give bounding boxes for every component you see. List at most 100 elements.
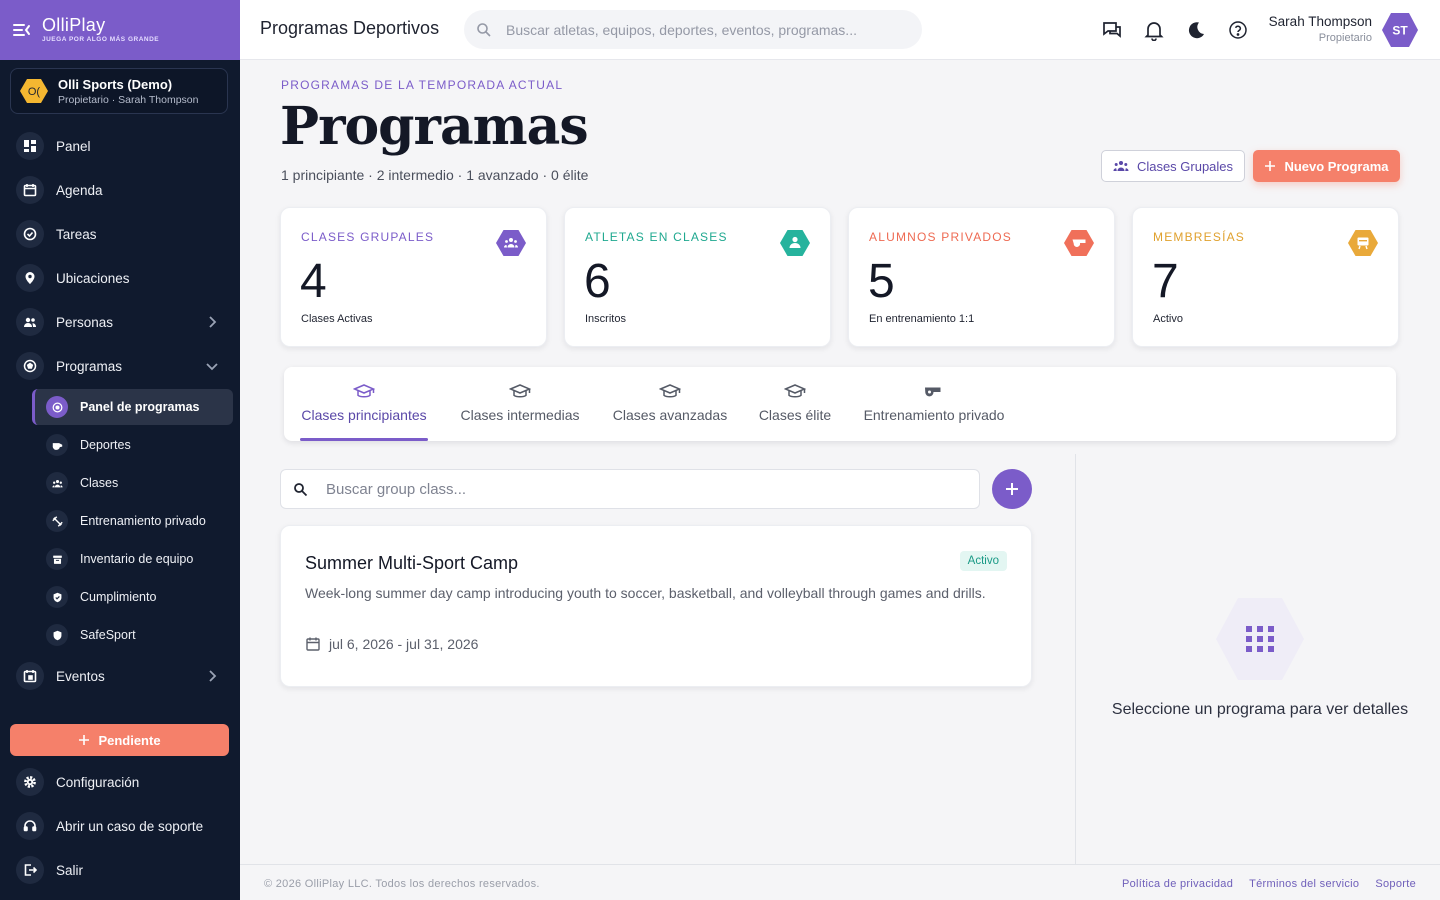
stat-card-memberships[interactable]: MEMBRESÍAS 7 Activo bbox=[1132, 207, 1399, 347]
nav-item-soporte[interactable]: Abrir un caso de soporte bbox=[16, 808, 230, 844]
program-title: Summer Multi-Sport Camp bbox=[305, 553, 519, 573]
new-program-button[interactable]: Nuevo Programa bbox=[1253, 150, 1400, 182]
nav-label: Agenda bbox=[56, 182, 103, 198]
brand-tagline: JUEGA POR ALGO MÁS GRANDE bbox=[42, 36, 160, 44]
whistle-icon bbox=[46, 434, 68, 456]
page-section-title: Programas Deportivos bbox=[260, 18, 440, 38]
page-title: Programas bbox=[280, 96, 589, 157]
nav-label: Ubicaciones bbox=[56, 270, 130, 286]
headset-icon bbox=[16, 812, 44, 840]
nav-label: Panel bbox=[56, 138, 91, 154]
tab-label: Clases élite bbox=[758, 407, 832, 423]
nav-item-panel[interactable]: Panel bbox=[16, 128, 230, 164]
stat-subtext: En entrenamiento 1:1 bbox=[869, 313, 975, 325]
date-range: jul 6, 2026 - jul 31, 2026 bbox=[329, 636, 479, 652]
messages-icon[interactable] bbox=[1101, 19, 1123, 41]
graduation-cap-icon bbox=[784, 381, 806, 407]
dashboard-icon bbox=[16, 132, 44, 160]
sub-item-inventario[interactable]: Inventario de equipo bbox=[44, 542, 232, 576]
search-placeholder: Buscar atletas, equipos, deportes, event… bbox=[506, 21, 857, 38]
sub-item-entrenamiento-privado[interactable]: Entrenamiento privado bbox=[44, 504, 232, 538]
global-search-input[interactable]: Buscar atletas, equipos, deportes, event… bbox=[464, 10, 922, 49]
group-classes-button[interactable]: Clases Grupales bbox=[1101, 150, 1245, 182]
nav-item-eventos[interactable]: Eventos bbox=[16, 658, 230, 694]
inventory-box-icon bbox=[46, 548, 68, 570]
new-program-label: Nuevo Programa bbox=[1284, 158, 1389, 174]
sub-item-clases[interactable]: Clases bbox=[44, 466, 232, 500]
dumbbell-icon bbox=[46, 510, 68, 532]
dark-mode-moon-icon[interactable] bbox=[1185, 19, 1207, 41]
graduation-cap-icon bbox=[659, 381, 681, 407]
tab-clases-elite[interactable]: Clases élite bbox=[758, 367, 832, 441]
task-check-icon bbox=[16, 220, 44, 248]
program-card[interactable]: Summer Multi-Sport Camp Activo Week-long… bbox=[280, 525, 1032, 687]
sub-item-panel-de-programas[interactable]: Panel de programas bbox=[32, 389, 233, 425]
notifications-bell-icon[interactable] bbox=[1143, 19, 1165, 41]
plus-icon bbox=[1264, 160, 1276, 172]
pending-button[interactable]: Pendiente bbox=[10, 724, 229, 756]
tab-entrenamiento-privado[interactable]: Entrenamiento privado bbox=[862, 367, 1006, 441]
plus-icon bbox=[78, 734, 90, 746]
search-icon bbox=[293, 482, 308, 497]
whistle-icon bbox=[1064, 228, 1094, 258]
tab-clases-intermedias[interactable]: Clases intermedias bbox=[460, 367, 580, 441]
stat-value: 6 bbox=[584, 255, 611, 308]
stat-subtext: Inscritos bbox=[585, 313, 626, 325]
tab-clases-principiantes[interactable]: Clases principiantes bbox=[300, 367, 428, 441]
sub-item-safesport[interactable]: SafeSport bbox=[44, 618, 232, 652]
page-eyebrow: PROGRAMAS DE LA TEMPORADA ACTUAL bbox=[281, 78, 564, 92]
help-icon[interactable] bbox=[1227, 19, 1249, 41]
olliplay-logo[interactable]: OlliPlay JUEGA POR ALGO MÁS GRANDE bbox=[42, 16, 159, 44]
nav-item-ubicaciones[interactable]: Ubicaciones bbox=[16, 260, 230, 296]
sub-item-label: Deportes bbox=[80, 438, 131, 452]
nav-item-agenda[interactable]: Agenda bbox=[16, 172, 230, 208]
nav-item-personas[interactable]: Personas bbox=[16, 304, 230, 340]
grid-apps-icon bbox=[1216, 597, 1304, 681]
sub-item-label: SafeSport bbox=[80, 628, 136, 642]
tab-label: Entrenamiento privado bbox=[863, 407, 1005, 423]
panel-divider bbox=[1075, 454, 1076, 864]
sub-item-label: Clases bbox=[80, 476, 119, 490]
level-summary: 1 principiante · 2 intermedio · 1 avanza… bbox=[281, 167, 589, 183]
avatar[interactable]: ST bbox=[1382, 12, 1418, 48]
tab-label: Clases principiantes bbox=[301, 407, 427, 423]
nav-label: Programas bbox=[56, 358, 123, 374]
stat-card-private-students[interactable]: ALUMNOS PRIVADOS 5 En entrenamiento 1:1 bbox=[848, 207, 1115, 347]
nav-item-programas[interactable]: Programas bbox=[16, 348, 230, 384]
event-calendar-icon bbox=[16, 662, 44, 690]
organization-switcher[interactable]: O( Olli Sports (Demo) Propietario · Sara… bbox=[10, 68, 228, 114]
nav-label: Salir bbox=[56, 862, 84, 878]
sidebar: OlliPlay JUEGA POR ALGO MÁS GRANDE O( Ol… bbox=[0, 0, 240, 900]
nav-item-salir[interactable]: Salir bbox=[16, 852, 230, 888]
user-name: Sarah Thompson bbox=[1268, 14, 1372, 29]
svg-text:O(: O( bbox=[28, 86, 41, 98]
nav-item-configuracion[interactable]: Configuración bbox=[16, 764, 230, 800]
nav-label: Abrir un caso de soporte bbox=[56, 818, 204, 834]
plus-icon bbox=[1004, 481, 1020, 497]
svg-text:ST: ST bbox=[1392, 24, 1408, 38]
sub-item-cumplimiento[interactable]: Cumplimiento bbox=[44, 580, 232, 614]
privacy-policy-link[interactable]: Política de privacidad bbox=[1122, 878, 1233, 890]
stat-subtext: Activo bbox=[1153, 313, 1183, 325]
org-role: Propietario · Sarah Thompson bbox=[58, 93, 199, 106]
stat-card-athletes[interactable]: ATLETAS EN CLASES 6 Inscritos bbox=[564, 207, 831, 347]
search-icon bbox=[476, 22, 492, 38]
nav-label: Eventos bbox=[56, 668, 105, 684]
user-menu[interactable]: Sarah Thompson Propietario bbox=[1269, 14, 1372, 44]
add-group-class-button[interactable] bbox=[992, 469, 1032, 509]
copyright: © 2026 OlliPlay LLC. Todos los derechos … bbox=[264, 878, 540, 890]
chevron-down-icon bbox=[204, 358, 220, 374]
stat-label: MEMBRESÍAS bbox=[1153, 230, 1246, 244]
group-class-search-input[interactable]: Buscar group class... bbox=[280, 469, 980, 509]
stat-value: 7 bbox=[1152, 255, 1179, 308]
terms-of-service-link[interactable]: Términos del servicio bbox=[1249, 878, 1359, 890]
sub-item-deportes[interactable]: Deportes bbox=[44, 428, 232, 462]
menu-collapse-icon[interactable] bbox=[12, 20, 32, 40]
tab-clases-avanzadas[interactable]: Clases avanzadas bbox=[612, 367, 728, 441]
program-description: Week-long summer day camp introducing yo… bbox=[305, 585, 986, 601]
org-name: Olli Sports (Demo) bbox=[58, 76, 173, 92]
tab-label: Clases intermedias bbox=[460, 407, 580, 423]
stat-card-group-classes[interactable]: CLASES GRUPALES 4 Clases Activas bbox=[280, 207, 547, 347]
support-link[interactable]: Soporte bbox=[1375, 878, 1416, 890]
nav-item-tareas[interactable]: Tareas bbox=[16, 216, 230, 252]
